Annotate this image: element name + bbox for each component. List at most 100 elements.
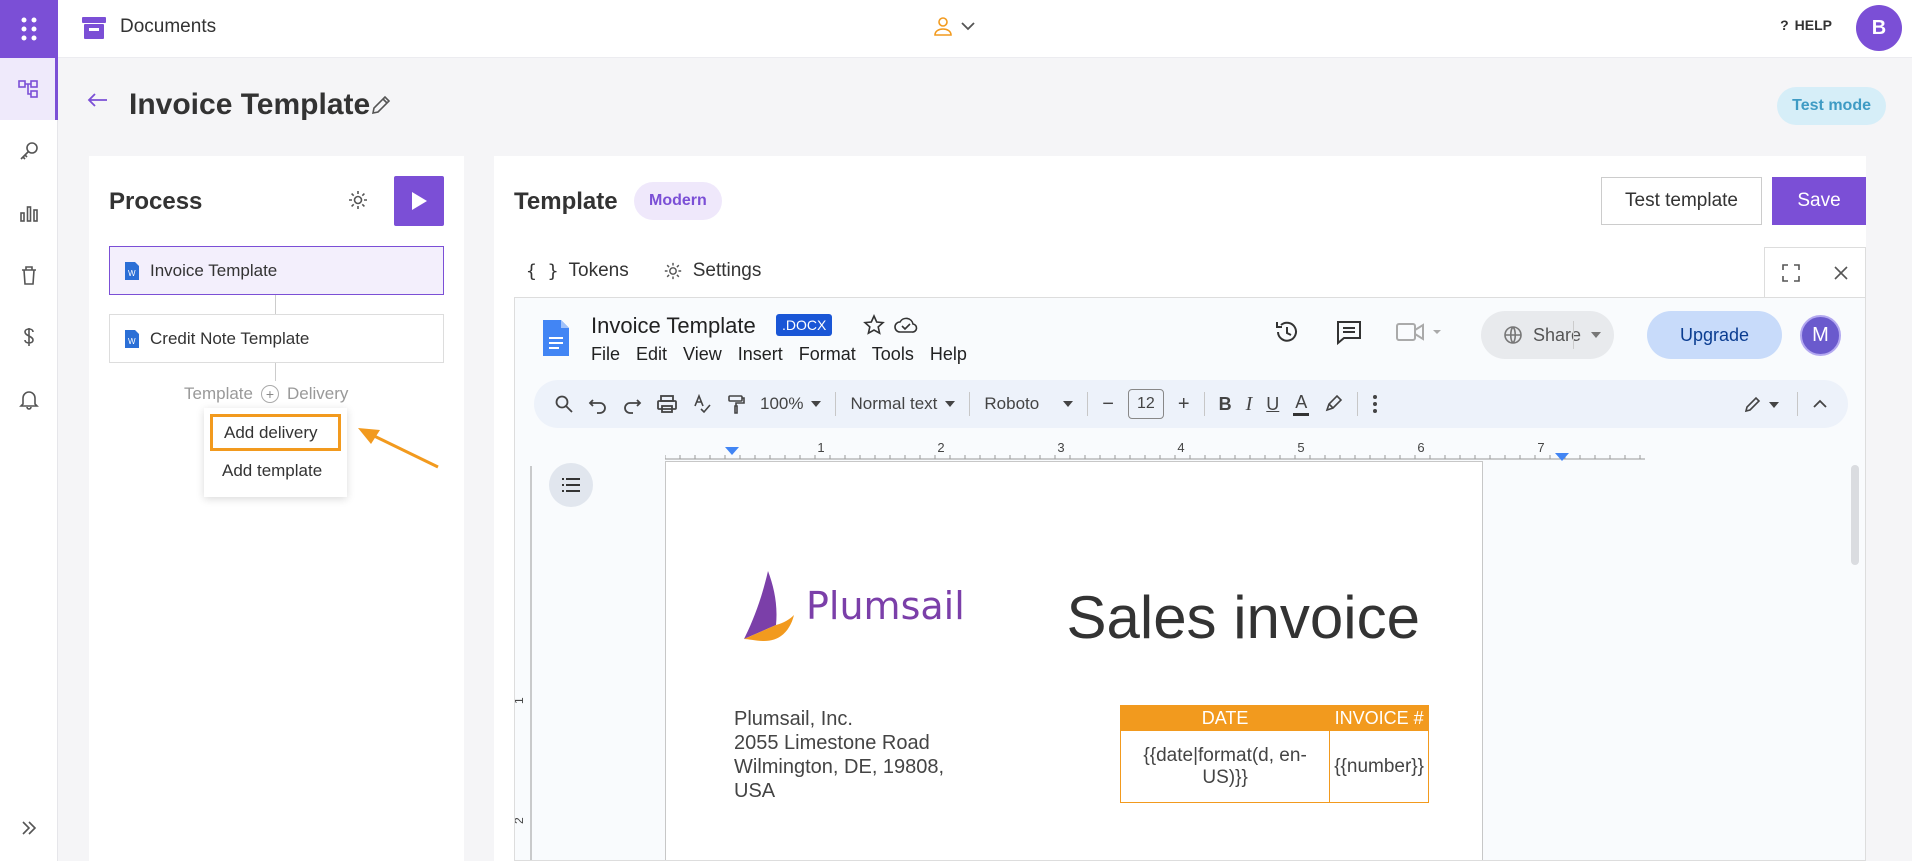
minus-icon[interactable]: − [1102,393,1114,416]
template-panel: Template Modern Test template Save { } T… [494,156,1866,861]
plus-icon[interactable]: + [1178,393,1190,416]
address-line: Plumsail, Inc. [734,708,853,730]
ruler-label: 4 [1177,441,1184,455]
document-outline-button[interactable] [549,463,593,507]
italic-icon[interactable]: I [1246,393,1253,416]
menu-insert[interactable]: Insert [738,344,783,365]
toolbar-divider [1087,392,1089,416]
chevron-up-icon[interactable] [1812,399,1828,409]
add-delivery-option[interactable]: Add delivery [210,414,341,451]
menu-edit[interactable]: Edit [636,344,667,365]
toolbar-divider [1357,392,1359,416]
paragraph-style-value: Normal text [850,394,938,413]
font-size-input[interactable]: 12 [1127,389,1164,419]
rail-item-processes[interactable] [0,58,58,120]
menu-help[interactable]: Help [930,344,967,365]
tab-settings[interactable]: Settings [663,260,761,282]
menu-tools[interactable]: Tools [872,344,914,365]
rail-item-keys[interactable] [0,120,58,182]
redo-icon[interactable] [622,394,642,414]
caret-down-icon [945,401,956,407]
add-template-option[interactable]: Add template [204,451,347,491]
expand-rail-button[interactable] [0,817,58,839]
share-button[interactable]: Share [1481,311,1614,359]
left-indent-marker [725,447,739,455]
back-arrow-icon[interactable] [86,92,108,108]
doc-menu-bar: File Edit View Insert Format Tools Help [591,344,967,365]
pencil-icon[interactable] [370,94,392,116]
underline-icon[interactable]: U [1266,394,1279,415]
editor-scrollbar[interactable] [1851,465,1859,565]
menu-file[interactable]: File [591,344,620,365]
undo-icon[interactable] [588,394,608,414]
ruler-label: 2 [515,817,526,824]
bell-icon [19,391,39,410]
gear-icon[interactable] [347,189,369,211]
tab-tokens[interactable]: { } Tokens [526,260,629,282]
plumsail-logo: Plumsail [740,569,965,643]
search-icon[interactable] [554,394,574,414]
add-step-plus-icon[interactable]: + [260,385,279,403]
top-bar: Documents ? HELP B [58,0,1912,58]
more-vertical-icon[interactable] [1372,394,1378,414]
toolbar-divider [1797,392,1798,416]
caret-down-icon [811,401,822,407]
ruler-label: 6 [1417,441,1424,455]
fullscreen-icon[interactable] [1781,263,1801,283]
doc-name[interactable]: Invoice Template [591,313,756,339]
comment-icon[interactable] [1335,318,1363,346]
highlighter-icon[interactable] [1323,394,1343,414]
menu-format[interactable]: Format [799,344,856,365]
help-link[interactable]: ? HELP [1780,17,1832,33]
test-mode-badge[interactable]: Test mode [1777,87,1886,125]
zoom-select[interactable]: 100% [760,394,822,414]
add-step-dropdown: Add delivery Add template [204,408,347,497]
bold-icon[interactable]: B [1219,394,1232,415]
rail-item-notifications[interactable] [0,368,58,430]
user-switcher[interactable] [934,16,976,36]
rail-item-billing[interactable] [0,306,58,368]
apps-grid-button[interactable] [0,0,58,58]
process-item-credit-note-template[interactable]: W Credit Note Template [109,314,444,363]
meet-icon[interactable] [1395,320,1443,344]
question-icon: ? [1780,17,1789,33]
editing-mode-icon[interactable] [1743,394,1783,414]
save-button[interactable]: Save [1772,177,1866,225]
company-address: Plumsail, Inc. 2055 Limestone Road Wilmi… [734,707,944,803]
dollar-icon [24,328,34,346]
font-family-select[interactable]: Roboto [984,394,1074,414]
rail-item-reports[interactable] [0,182,58,244]
star-icon[interactable] [863,314,885,336]
print-icon[interactable] [656,394,678,414]
document-page[interactable]: Plumsail Sales invoice Plumsail, Inc. 20… [665,461,1483,860]
test-template-button[interactable]: Test template [1601,177,1762,225]
trash-icon [22,266,36,285]
text-color-icon[interactable]: A [1293,392,1310,416]
tab-label: Tokens [568,260,629,281]
upgrade-button[interactable]: Upgrade [1647,311,1782,359]
table-cell-date: {{date|format(d, en-US)}} [1119,730,1331,803]
spellcheck-icon[interactable] [692,394,712,414]
cloud-icon[interactable] [893,315,919,335]
menu-view[interactable]: View [683,344,722,365]
braces-icon: { } [526,260,559,282]
sail-logo-icon [744,571,794,641]
add-template-hint: Template [184,384,253,403]
close-icon[interactable] [1833,265,1849,281]
paint-format-icon[interactable] [726,394,746,414]
process-item-invoice-template[interactable]: W Invoice Template [109,246,444,295]
caret-down-icon[interactable] [1590,331,1602,339]
run-process-button[interactable] [394,176,444,226]
rail-item-trash[interactable] [0,244,58,306]
ruler-label: 5 [1297,441,1304,455]
page-title: Invoice Template [129,88,371,121]
user-avatar[interactable]: B [1856,5,1902,51]
caret-down-icon [1063,401,1074,407]
app-title[interactable]: Documents [120,16,216,38]
editor-user-avatar[interactable]: M [1800,315,1841,356]
paragraph-style-select[interactable]: Normal text [850,394,956,414]
zoom-value: 100% [760,394,804,413]
add-step-row: Template + Delivery [184,384,348,404]
history-icon[interactable] [1273,318,1301,346]
process-item-label: Credit Note Template [150,328,310,348]
